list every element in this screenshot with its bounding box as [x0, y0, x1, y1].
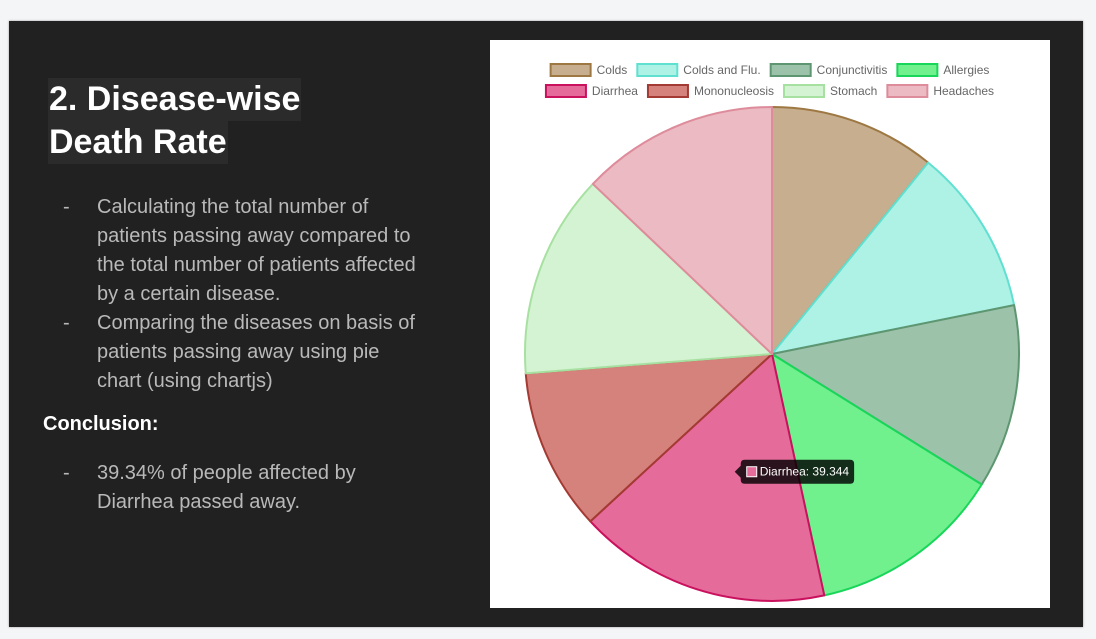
title-line-1: 2. Disease-wise [48, 78, 302, 121]
legend-item-headaches[interactable]: Headaches [886, 84, 994, 98]
bullet-item: Comparing the diseases on basis of patie… [57, 309, 417, 396]
conclusion-bullet-item: 39.34% of people affected by Diarrhea pa… [57, 459, 417, 517]
bullet-item: Calculating the total number of patients… [57, 193, 417, 309]
tooltip-swatch [746, 466, 758, 478]
legend-item-stomach[interactable]: Stomach [783, 84, 877, 98]
legend-label: Colds [597, 63, 628, 77]
legend-swatch [896, 63, 939, 77]
slide: 2. Disease-wise Death Rate Calculating t… [9, 21, 1083, 627]
legend-swatch [549, 63, 592, 77]
legend-swatch [636, 63, 679, 77]
legend-swatch [646, 84, 689, 98]
conclusion-heading: Conclusion: [43, 413, 159, 435]
conclusion-bullets: 39.34% of people affected by Diarrhea pa… [57, 459, 417, 517]
legend-item-mononucleosis[interactable]: Mononucleosis [646, 84, 774, 98]
tooltip-text: Diarrhea: 39.344 [760, 465, 850, 479]
legend-label: Mononucleosis [694, 84, 774, 98]
title-line-2: Death Rate [48, 121, 228, 164]
legend-item-conjunctivitis[interactable]: Conjunctivitis [769, 63, 888, 77]
slide-title: 2. Disease-wise Death Rate [48, 78, 302, 164]
legend-swatch [886, 84, 929, 98]
legend-item-colds-and-flu[interactable]: Colds and Flu. [636, 63, 761, 77]
legend-swatch [544, 84, 587, 98]
legend-swatch [769, 63, 812, 77]
legend-item-colds[interactable]: Colds [549, 63, 628, 77]
chart-tooltip: Diarrhea: 39.344 [734, 459, 855, 484]
chart-panel: Colds Colds and Flu. Conjunctivitis Allergi… [490, 40, 1050, 608]
legend-label: Headaches [933, 84, 994, 98]
pie-chart[interactable]: Colds Colds and Flu. Conjunctivitis Allergi… [490, 40, 1050, 608]
legend-label: Conjunctivitis [817, 63, 888, 77]
legend-label: Stomach [830, 84, 877, 98]
chart-legend: Colds Colds and Flu. Conjunctivitis Allergi… [544, 63, 994, 98]
method-bullets: Calculating the total number of patients… [57, 193, 417, 396]
pie-slices [524, 106, 1021, 602]
legend-swatch [783, 84, 825, 98]
legend-item-diarrhea[interactable]: Diarrhea [544, 84, 638, 98]
legend-label: Diarrhea [592, 84, 638, 98]
legend-label: Colds and Flu. [683, 63, 760, 77]
legend-item-allergies[interactable]: Allergies [896, 63, 989, 77]
legend-label: Allergies [943, 63, 989, 77]
